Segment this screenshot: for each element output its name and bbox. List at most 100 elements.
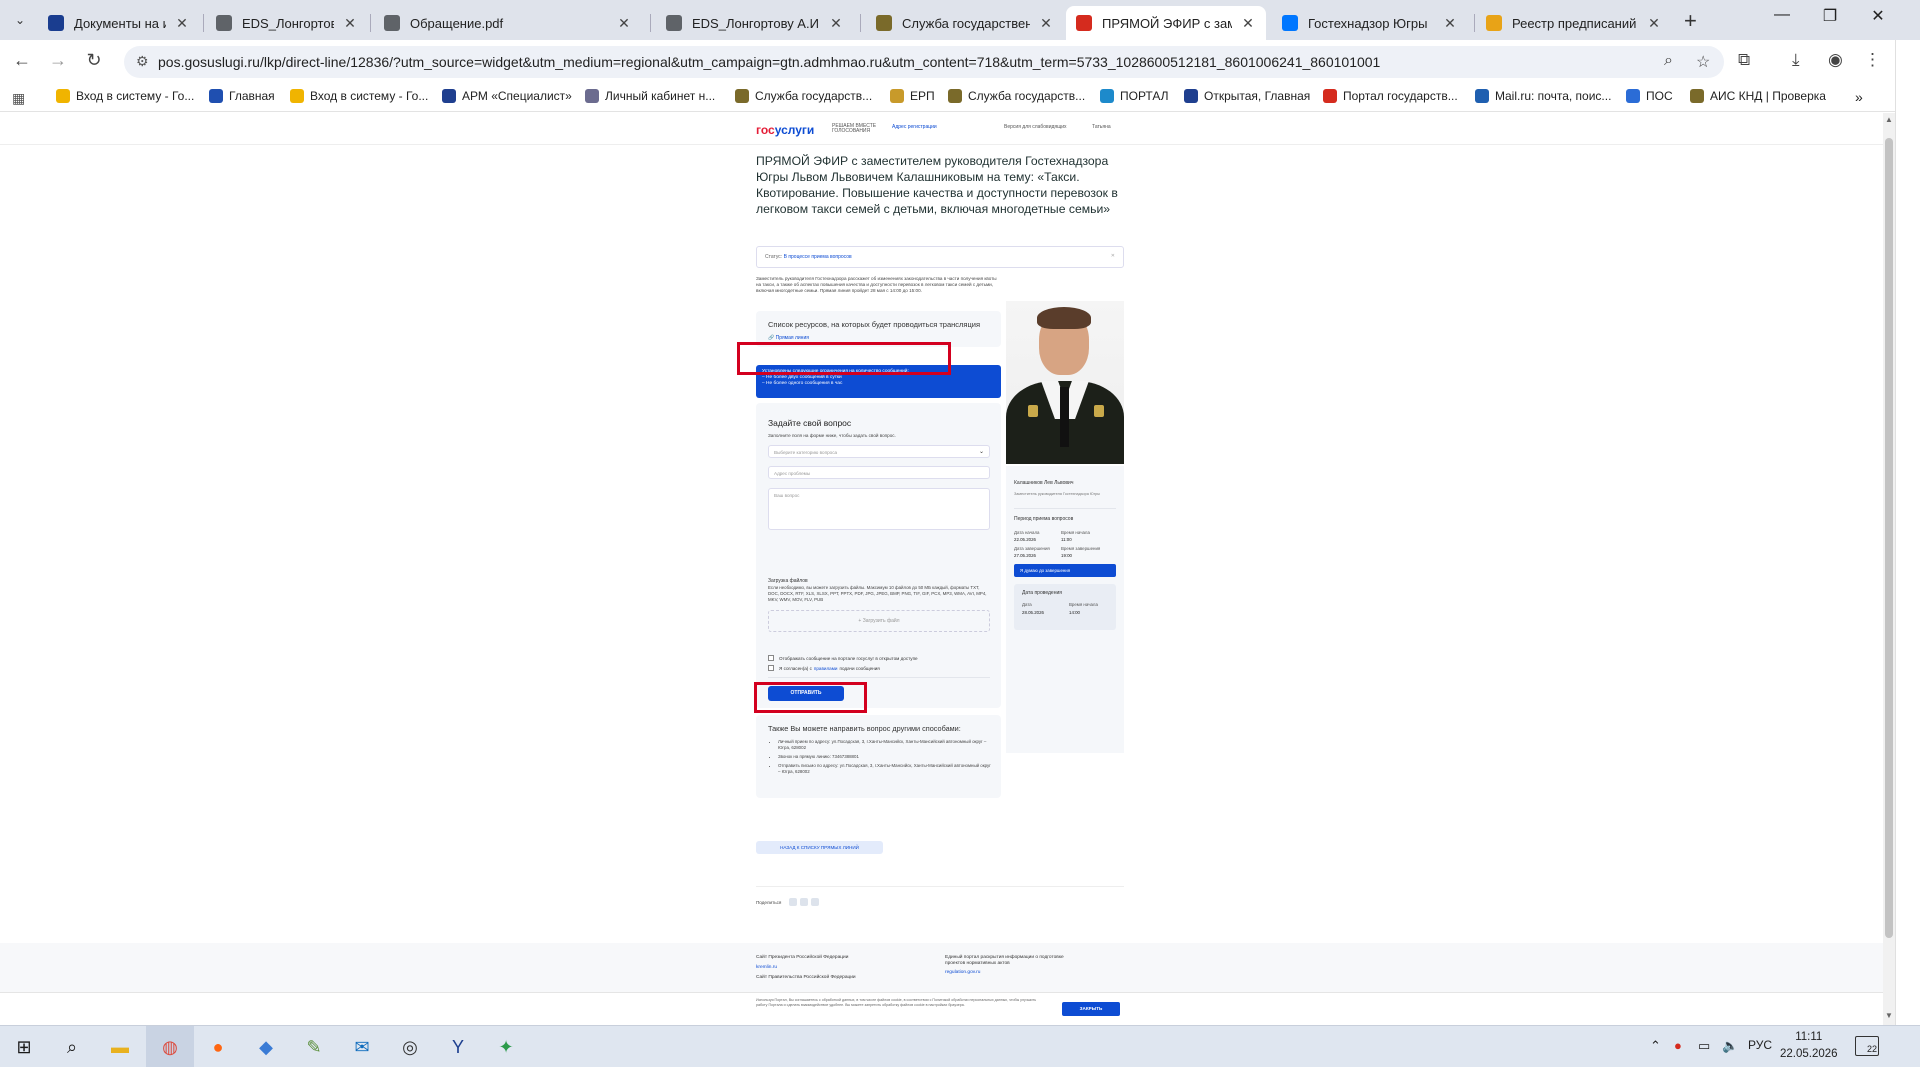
browser-tab[interactable]: EDS_Лонгортову А.И..do ✕: [206, 6, 368, 40]
remind-button[interactable]: Я думаю до завершения: [1014, 564, 1116, 577]
minimize-icon[interactable]: —: [1762, 6, 1802, 24]
more-bookmarks-icon[interactable]: »: [1855, 89, 1863, 105]
scroll-up-icon[interactable]: ▲: [1883, 115, 1895, 124]
footer-link[interactable]: regulation.gov.ru: [945, 970, 980, 975]
language-indicator[interactable]: РУС: [1748, 1038, 1772, 1052]
rules-link[interactable]: правилами: [814, 666, 838, 671]
header-accessibility-link[interactable]: Версия для слабовидящих: [1004, 124, 1067, 130]
back-to-list-button[interactable]: НАЗАД К СПИСКУ ПРЯМЫХ ЛИНИЙ: [756, 841, 883, 854]
category-select[interactable]: Выберите категорию вопроса ⌄: [768, 445, 990, 458]
page-scrollbar[interactable]: ▲ ▼: [1883, 113, 1895, 1025]
bookmark-item[interactable]: ЕРП: [890, 89, 935, 103]
browser-tab-active[interactable]: ПРЯМОЙ ЭФИР с замест ✕: [1066, 6, 1266, 40]
tray-chevron-icon[interactable]: ⌃: [1650, 1038, 1661, 1054]
bookmark-item[interactable]: Открытая, Главная: [1184, 89, 1310, 103]
outlook-icon[interactable]: ✉: [348, 1033, 376, 1061]
address-input[interactable]: Адрес проблемы: [768, 466, 990, 479]
header-decide-together-link[interactable]: РЕШАЕМ ВМЕСТЕ ГОЛОСОВАНИЯ: [832, 124, 882, 134]
forward-arrow-icon[interactable]: →: [46, 50, 70, 71]
close-tab-icon[interactable]: ✕: [616, 15, 632, 32]
footer-link[interactable]: kremlin.ru: [756, 965, 777, 970]
restore-icon[interactable]: ❐: [1810, 6, 1850, 26]
close-tab-icon[interactable]: ✕: [828, 15, 844, 32]
app-icon[interactable]: ✎: [300, 1033, 328, 1061]
rules-checkbox-row[interactable]: Я согласен(а) с правилами подачи сообщен…: [768, 665, 880, 671]
close-tab-icon[interactable]: ✕: [1442, 15, 1458, 32]
share-ok-icon[interactable]: [800, 898, 809, 906]
close-tab-icon[interactable]: ✕: [1646, 15, 1662, 32]
share-vk-icon[interactable]: [789, 898, 798, 906]
address-bar[interactable]: ⚙ pos.gosuslugi.ru/lkp/direct-line/12836…: [124, 46, 1724, 78]
notice-line: – Не более одного сообщения в час: [762, 381, 843, 386]
bookmark-star-icon[interactable]: ☆: [1696, 52, 1710, 72]
yandex-browser-icon[interactable]: Y: [444, 1033, 472, 1061]
public-display-checkbox-row[interactable]: Отображать сообщение на портале госуслуг…: [768, 655, 918, 661]
tab-search-icon[interactable]: ⌄: [8, 8, 32, 32]
browser-tab[interactable]: Обращение.pdf ✕: [374, 6, 642, 40]
cookie-close-button[interactable]: ЗАКРЫТЬ: [1062, 1002, 1120, 1016]
event-time: 14:00: [1069, 610, 1080, 615]
close-tab-icon[interactable]: ✕: [1240, 15, 1256, 32]
divider: [768, 677, 990, 678]
gosuslugi-logo[interactable]: госуслуги: [756, 123, 814, 137]
bookmark-item[interactable]: Вход в систему - Го...: [56, 89, 194, 103]
app-icon[interactable]: ◆: [252, 1033, 280, 1061]
footer-link-title: Сайт Правительства Российской Федерации: [756, 975, 856, 980]
browser-menu-icon[interactable]: ⋮: [1864, 50, 1881, 70]
question-textarea[interactable]: Ваш вопрос: [768, 488, 990, 530]
rules-checkbox[interactable]: [768, 665, 774, 671]
back-arrow-icon[interactable]: ←: [10, 50, 34, 71]
bookmark-item[interactable]: Портал государств...: [1323, 89, 1458, 103]
close-tab-icon[interactable]: ✕: [174, 15, 190, 32]
bookmark-item[interactable]: Служба государств...: [735, 89, 872, 103]
close-window-icon[interactable]: ✕: [1858, 6, 1898, 26]
bookmark-item[interactable]: Главная: [209, 89, 275, 103]
start-windows-icon[interactable]: ⊞: [10, 1033, 38, 1061]
url-text[interactable]: pos.gosuslugi.ru/lkp/direct-line/12836/?…: [158, 54, 1380, 70]
app-icon[interactable]: ✦: [492, 1033, 520, 1061]
browser-tab[interactable]: Служба государственно ✕: [866, 6, 1064, 40]
bookmark-item[interactable]: Вход в систему - Го...: [290, 89, 428, 103]
profile-icon[interactable]: ◉: [1828, 50, 1843, 70]
bookmark-item[interactable]: Служба государств...: [948, 89, 1085, 103]
header-user-menu[interactable]: Татьяна: [1092, 124, 1111, 130]
chrome-icon[interactable]: ◍: [156, 1033, 184, 1061]
file-explorer-icon[interactable]: ▬: [106, 1033, 134, 1061]
browser-tab[interactable]: Документы на исполнен ✕: [38, 6, 200, 40]
divider: [1014, 508, 1116, 509]
app-icon[interactable]: ◎: [396, 1033, 424, 1061]
extensions-icon[interactable]: ⧉: [1738, 50, 1750, 70]
bookmark-item[interactable]: Mail.ru: почта, поис...: [1475, 89, 1611, 103]
zoom-icon[interactable]: ⌕: [1664, 52, 1673, 70]
public-display-checkbox[interactable]: [768, 655, 774, 661]
bookmark-item[interactable]: ПОС: [1626, 89, 1673, 103]
site-info-icon[interactable]: ⚙: [136, 53, 149, 70]
download-icon[interactable]: ⤓: [1792, 50, 1800, 70]
resources-link[interactable]: 🔗 Прямая линия: [768, 335, 809, 341]
bookmark-item[interactable]: АИС КНД | Проверка: [1690, 89, 1826, 103]
firefox-icon[interactable]: ●: [204, 1033, 232, 1061]
tray-app-icon[interactable]: ●: [1674, 1038, 1682, 1053]
upload-file-button[interactable]: + Загрузить файл: [768, 610, 990, 632]
bookmark-item[interactable]: АРМ «Специалист»: [442, 89, 572, 103]
close-tab-icon[interactable]: ✕: [1038, 15, 1054, 32]
notifications-icon[interactable]: 22: [1855, 1036, 1879, 1056]
share-telegram-icon[interactable]: [811, 898, 820, 906]
reload-icon[interactable]: ↻: [82, 50, 106, 71]
header-geo-link[interactable]: Адрес регистрации: [892, 124, 937, 130]
browser-tab[interactable]: Гостехнадзор Югры ✕: [1272, 6, 1468, 40]
search-icon[interactable]: ⌕: [58, 1033, 86, 1061]
bookmark-item[interactable]: ПОРТАЛ: [1100, 89, 1169, 103]
close-tab-icon[interactable]: ✕: [342, 15, 358, 32]
network-icon[interactable]: ▭: [1698, 1038, 1710, 1054]
scrollbar-thumb[interactable]: [1885, 138, 1893, 938]
volume-icon[interactable]: 🔈: [1722, 1038, 1738, 1054]
bookmark-item[interactable]: Личный кабинет н...: [585, 89, 715, 103]
browser-tab[interactable]: Реестр предписаний - Гс ✕: [1476, 6, 1672, 40]
status-close-icon[interactable]: ✕: [1111, 253, 1115, 259]
apps-grid-icon[interactable]: ▦: [12, 90, 25, 107]
scroll-down-icon[interactable]: ▼: [1883, 1011, 1895, 1020]
taskbar-clock[interactable]: 11:11 22.05.2026: [1780, 1029, 1838, 1063]
new-tab-icon[interactable]: +: [1684, 8, 1697, 34]
browser-tab[interactable]: EDS_Лонгортову А.И..do ✕: [656, 6, 854, 40]
